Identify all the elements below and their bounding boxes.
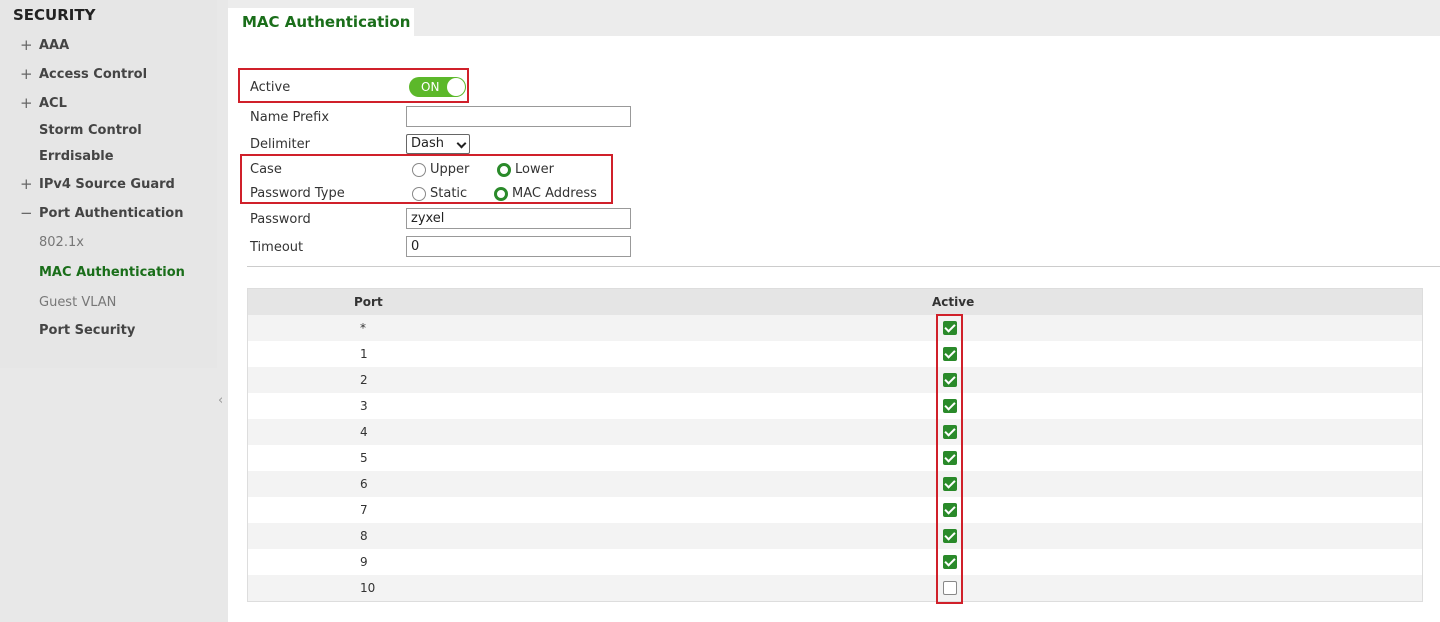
expand-icon: +	[20, 94, 33, 112]
table-row: 10	[248, 575, 1422, 601]
sidebar-item-errdisable[interactable]: Errdisable	[0, 143, 217, 169]
sidebar-item-aaa[interactable]: + AAA	[0, 32, 217, 58]
sidebar-item-label: Guest VLAN	[39, 294, 117, 310]
delimiter-value: Dash	[411, 136, 444, 151]
case-upper-label: Upper	[430, 162, 470, 177]
expand-icon: +	[20, 175, 33, 193]
sidebar-item-label: 802.1x	[39, 234, 84, 250]
sidebar-item-label: AAA	[39, 37, 70, 53]
port-cell: 10	[360, 581, 376, 595]
sidebar-title: SECURITY	[13, 6, 96, 24]
port-cell: 3	[360, 399, 368, 413]
chevron-left-icon[interactable]: ‹	[218, 393, 223, 408]
case-upper-option[interactable]: Upper	[412, 162, 469, 177]
port-cell: 4	[360, 425, 368, 439]
table-header: Port Active	[248, 289, 1422, 315]
sidebar-item-access-control[interactable]: + Access Control	[0, 61, 217, 87]
sidebar-item-label: Errdisable	[39, 148, 114, 164]
table-row: 7	[248, 497, 1422, 523]
password-type-static-label: Static	[430, 186, 468, 201]
table-row: *	[248, 315, 1422, 341]
port-cell: 8	[360, 529, 368, 543]
port-cell: 9	[360, 555, 368, 569]
active-toggle[interactable]: ON	[409, 77, 466, 97]
table-body: * 1 2 3 4 5 6 7 8 9 10	[248, 315, 1422, 601]
port-cell: 1	[360, 347, 368, 361]
password-type-label: Password Type	[250, 186, 345, 201]
port-cell: 5	[360, 451, 368, 465]
section-divider	[247, 266, 1440, 267]
sidebar-item-port-authentication[interactable]: − Port Authentication	[0, 200, 217, 226]
expand-icon: +	[20, 36, 33, 54]
sidebar-item-label: ACL	[39, 95, 67, 111]
toggle-knob	[447, 78, 465, 96]
sidebar-item-guest-vlan[interactable]: Guest VLAN	[0, 289, 217, 315]
password-label: Password	[250, 212, 311, 227]
password-type-static-option[interactable]: Static	[412, 186, 467, 201]
name-prefix-input[interactable]	[406, 106, 631, 127]
port-table: Port Active * 1 2 3 4 5 6 7 8 9 10	[247, 288, 1423, 602]
password-type-mac-option[interactable]: MAC Address	[494, 186, 597, 201]
table-row: 4	[248, 419, 1422, 445]
table-row: 5	[248, 445, 1422, 471]
highlight-box-active-column	[936, 314, 963, 604]
table-row: 1	[248, 341, 1422, 367]
case-label: Case	[250, 162, 282, 177]
table-row: 2	[248, 367, 1422, 393]
sidebar-item-label: Port Authentication	[39, 205, 184, 221]
name-prefix-label: Name Prefix	[250, 110, 330, 125]
port-cell: 6	[360, 477, 368, 491]
sidebar-item-storm-control[interactable]: Storm Control	[0, 117, 217, 143]
sidebar-item-ipv4-source-guard[interactable]: + IPv4 Source Guard	[0, 171, 217, 197]
toggle-state-label: ON	[421, 80, 440, 94]
port-cell: 2	[360, 373, 368, 387]
active-column-header: Active	[932, 295, 975, 309]
case-lower-option[interactable]: Lower	[497, 162, 554, 177]
table-row: 6	[248, 471, 1422, 497]
sidebar-item-8021x[interactable]: 802.1x	[0, 229, 217, 255]
radio-selected-icon[interactable]	[497, 162, 511, 177]
password-type-mac-label: MAC Address	[512, 186, 597, 201]
port-cell: 7	[360, 503, 368, 517]
timeout-input[interactable]	[406, 236, 631, 257]
sidebar-item-label: Access Control	[39, 66, 148, 82]
password-input[interactable]	[406, 208, 631, 229]
sidebar-item-label: IPv4 Source Guard	[39, 176, 175, 192]
chevron-down-icon	[456, 138, 467, 149]
tab-mac-authentication[interactable]: MAC Authentication	[228, 8, 414, 36]
sidebar-item-port-security[interactable]: Port Security	[0, 317, 217, 343]
delimiter-label: Delimiter	[250, 137, 310, 152]
timeout-label: Timeout	[250, 240, 304, 255]
sidebar-item-label: MAC Authentication	[39, 264, 185, 280]
collapse-icon: −	[20, 204, 33, 222]
sidebar-item-label: Port Security	[39, 322, 136, 338]
sidebar-collapse-handle[interactable]	[217, 0, 228, 622]
port-cell: *	[360, 321, 366, 335]
radio-icon[interactable]	[412, 186, 426, 201]
sidebar-item-acl[interactable]: + ACL	[0, 90, 217, 116]
table-row: 8	[248, 523, 1422, 549]
expand-icon: +	[20, 65, 33, 83]
radio-icon[interactable]	[412, 162, 426, 177]
case-lower-label: Lower	[515, 162, 554, 177]
port-column-header: Port	[354, 295, 383, 309]
sidebar: SECURITY + AAA + Access Control + ACL St…	[0, 0, 217, 622]
tab-bar: MAC Authentication	[228, 0, 1440, 36]
delimiter-select[interactable]: Dash	[406, 134, 470, 154]
active-label: Active	[250, 80, 291, 95]
main-content: MAC Authentication Active ON Name Prefix…	[228, 0, 1440, 622]
table-row: 3	[248, 393, 1422, 419]
sidebar-item-label: Storm Control	[39, 122, 142, 138]
sidebar-item-mac-authentication[interactable]: MAC Authentication	[0, 259, 217, 285]
table-row: 9	[248, 549, 1422, 575]
radio-selected-icon[interactable]	[494, 186, 508, 201]
